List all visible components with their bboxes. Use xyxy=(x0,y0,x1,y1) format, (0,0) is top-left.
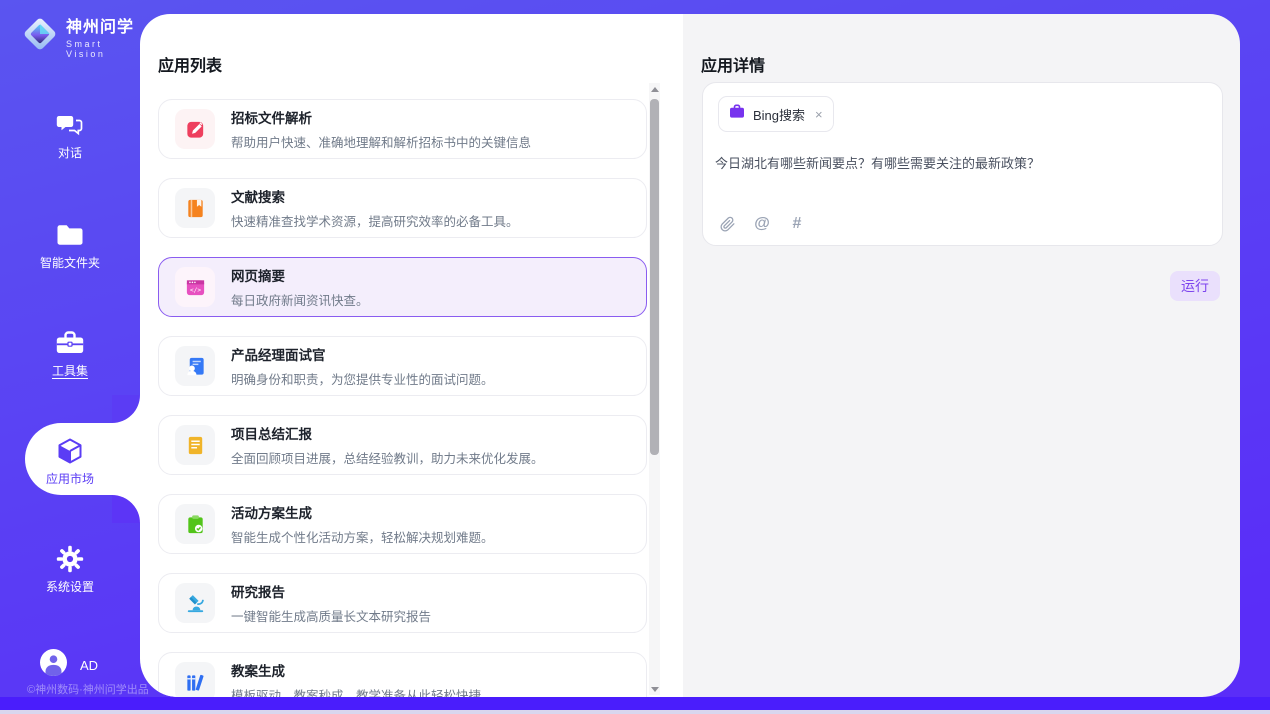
webpage-code-icon: </> xyxy=(175,267,215,307)
folder-icon xyxy=(55,220,85,250)
query-text[interactable]: 今日湖北有哪些新闻要点？有哪些需要关注的最新政策？ xyxy=(715,153,1210,172)
app-description: 模板驱动，教案秒成，教学准备从此轻松快捷 xyxy=(231,685,481,697)
input-toolbar: @ # xyxy=(717,214,807,234)
bottom-accent-strip xyxy=(0,697,1270,710)
app-list-title: 应用列表 xyxy=(158,52,222,76)
app-name: 研究报告 xyxy=(231,581,431,601)
brand-name: 神州问学 xyxy=(66,13,140,37)
user-account[interactable]: AD xyxy=(40,649,98,681)
app-description: 帮助用户快速、准确地理解和解析招标书中的关键信息 xyxy=(231,132,531,151)
app-card-webpage-summary[interactable]: </> 网页摘要 每日政府新闻资讯快查。 xyxy=(158,257,647,317)
sidebar-item-toolset[interactable]: 工具集 xyxy=(0,328,140,388)
interviewer-icon xyxy=(175,346,215,386)
diamond-logo-icon xyxy=(20,14,60,59)
tool-tag-label: Bing搜索 xyxy=(753,105,805,124)
copyright-text: ©神州数码·神州问学出品 xyxy=(27,681,149,697)
sidebar-item-label: 应用市场 xyxy=(46,470,94,487)
app-card-lesson-plan[interactable]: 教案生成 模板驱动，教案秒成，教学准备从此轻松快捷 xyxy=(158,652,647,697)
app-detail-title: 应用详情 xyxy=(701,52,765,76)
avatar xyxy=(40,649,67,681)
clipboard-check-icon xyxy=(175,504,215,544)
sidebar-item-label: 工具集 xyxy=(52,362,88,379)
cube-icon xyxy=(56,436,84,466)
app-list-panel: 应用列表 招标文件解析 帮助用户快速、准确地理解和解析招标书中的关键信息 xyxy=(140,14,683,697)
prompt-input-card[interactable]: Bing搜索 × 今日湖北有哪些新闻要点？有哪些需要关注的最新政策？ @ # xyxy=(702,82,1223,246)
books-icon xyxy=(175,662,215,697)
app-description: 一键智能生成高质量长文本研究报告 xyxy=(231,606,431,625)
app-card-event-plan[interactable]: 活动方案生成 智能生成个性化活动方案，轻松解决规划难题。 xyxy=(158,494,647,554)
bottom-edge-line xyxy=(0,710,1270,714)
app-name: 文献搜索 xyxy=(231,186,519,206)
sidebar-item-app-market[interactable]: 应用市场 xyxy=(0,436,140,496)
close-icon[interactable]: × xyxy=(815,108,823,121)
app-name: 项目总结汇报 xyxy=(231,423,544,443)
sidebar-item-label: 对话 xyxy=(58,144,82,161)
app-card-pm-interviewer[interactable]: 产品经理面试官 明确身份和职责，为您提供专业性的面试问题。 xyxy=(158,336,647,396)
hash-icon[interactable]: # xyxy=(787,214,807,234)
sidebar: 神州问学 Smart Vision 对话 智能文件夹 xyxy=(0,0,140,710)
app-list-scrollbar[interactable] xyxy=(649,83,660,695)
edit-document-icon xyxy=(175,109,215,149)
app-card-bid-document-parse[interactable]: 招标文件解析 帮助用户快速、准确地理解和解析招标书中的关键信息 xyxy=(158,99,647,159)
sidebar-item-smart-folder[interactable]: 智能文件夹 xyxy=(0,220,140,280)
paperclip-icon[interactable] xyxy=(717,214,737,234)
app-description: 每日政府新闻资讯快查。 xyxy=(231,290,369,309)
app-card-project-summary[interactable]: 项目总结汇报 全面回顾项目进展，总结经验教训，助力未来优化发展。 xyxy=(158,415,647,475)
app-detail-panel: 应用详情 Bing搜索 × 今日湖北有哪些新闻要点？有哪些需要关注的最新政策？ … xyxy=(683,14,1240,697)
app-list: 招标文件解析 帮助用户快速、准确地理解和解析招标书中的关键信息 文献搜索 快速精… xyxy=(158,99,647,697)
toolbox-icon xyxy=(55,328,85,358)
brand-logo: 神州问学 Smart Vision xyxy=(20,13,140,59)
app-name: 教案生成 xyxy=(231,660,481,680)
app-description: 快速精准查找学术资源，提高研究效率的必备工具。 xyxy=(231,211,519,230)
sidebar-item-chat[interactable]: 对话 xyxy=(0,110,140,170)
scrollbar-thumb[interactable] xyxy=(650,99,659,455)
app-card-literature-search[interactable]: 文献搜索 快速精准查找学术资源，提高研究效率的必备工具。 xyxy=(158,178,647,238)
user-name: AD xyxy=(80,658,98,673)
at-icon[interactable]: @ xyxy=(752,214,772,234)
run-button[interactable]: 运行 xyxy=(1170,271,1220,301)
gear-icon xyxy=(56,544,84,574)
scroll-up-arrow-icon[interactable] xyxy=(649,83,660,95)
report-document-icon xyxy=(175,425,215,465)
microscope-icon xyxy=(175,583,215,623)
sidebar-item-settings[interactable]: 系统设置 xyxy=(0,544,140,604)
book-icon xyxy=(175,188,215,228)
sidebar-item-label: 智能文件夹 xyxy=(40,254,100,271)
tool-tag-bing-search[interactable]: Bing搜索 × xyxy=(718,96,834,132)
briefcase-icon xyxy=(729,104,745,124)
scroll-down-arrow-icon[interactable] xyxy=(649,683,660,695)
svg-text:</>: </> xyxy=(189,286,200,293)
app-name: 招标文件解析 xyxy=(231,107,531,127)
sidebar-item-label: 系统设置 xyxy=(46,578,94,595)
app-name: 活动方案生成 xyxy=(231,502,494,522)
app-description: 明确身份和职责，为您提供专业性的面试问题。 xyxy=(231,369,494,388)
app-name: 网页摘要 xyxy=(231,265,369,285)
app-name: 产品经理面试官 xyxy=(231,344,494,364)
chat-icon xyxy=(56,110,84,140)
app-card-research-report[interactable]: 研究报告 一键智能生成高质量长文本研究报告 xyxy=(158,573,647,633)
app-description: 智能生成个性化活动方案，轻松解决规划难题。 xyxy=(231,527,494,546)
app-description: 全面回顾项目进展，总结经验教训，助力未来优化发展。 xyxy=(231,448,544,467)
brand-subtitle: Smart Vision xyxy=(66,39,140,59)
